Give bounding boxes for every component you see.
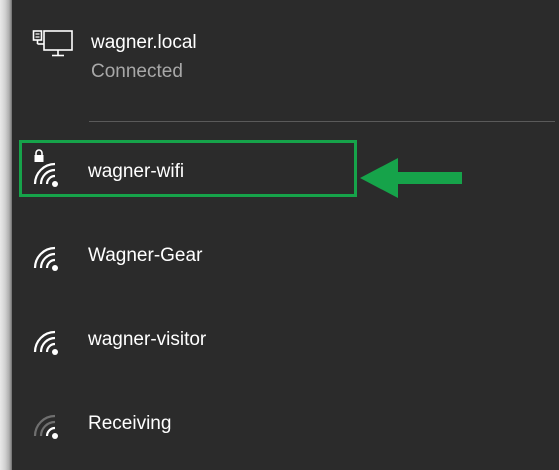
annotation-arrow-icon [360,158,462,198]
ethernet-monitor-icon [32,30,73,57]
window-left-edge [0,0,12,470]
network-flyout-panel: wagner.local Connected wagner-wifi Wagne… [12,0,559,470]
network-name: Receiving [88,413,172,434]
highlight-box [19,140,357,197]
network-name: Wagner-Gear [88,245,203,266]
section-divider [89,121,555,122]
ethernet-connection[interactable]: wagner.local Connected [12,20,559,96]
wifi-signal-icon [33,330,58,355]
ethernet-name: wagner.local [91,32,197,53]
network-item-receiving[interactable]: Receiving [24,396,454,452]
network-item-wagner-gear[interactable]: Wagner-Gear [24,228,454,284]
wifi-signal-icon [33,246,58,271]
network-name: wagner-visitor [88,329,207,350]
wifi-signal-weak-icon [33,414,58,439]
network-item-wagner-visitor[interactable]: wagner-visitor [24,312,454,368]
ethernet-status: Connected [91,61,183,82]
